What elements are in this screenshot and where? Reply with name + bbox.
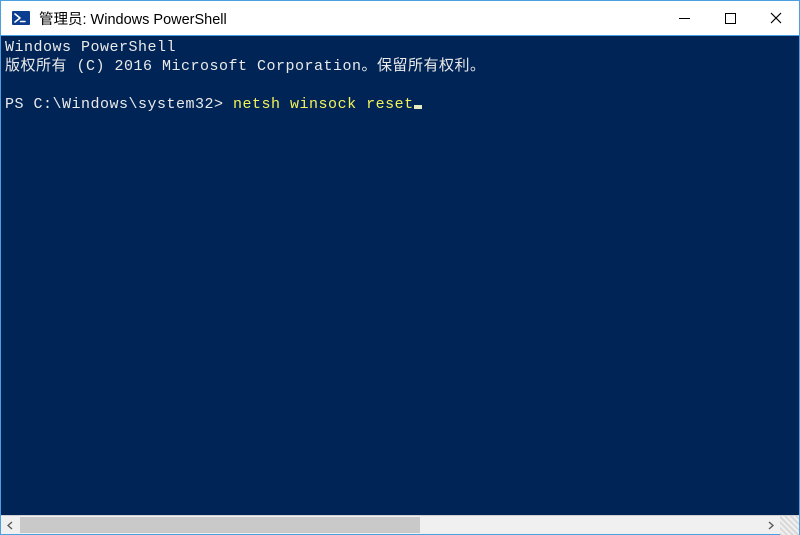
cursor xyxy=(414,105,422,109)
terminal-copyright-line: 版权所有 (C) 2016 Microsoft Corporation。保留所有… xyxy=(5,58,486,75)
command-text: netsh winsock reset xyxy=(233,96,414,113)
terminal-header-line: Windows PowerShell xyxy=(5,39,176,56)
powershell-window: 管理员: Windows PowerShell Windows PowerShe… xyxy=(0,0,800,535)
close-button[interactable] xyxy=(753,1,799,35)
maximize-button[interactable] xyxy=(707,1,753,35)
window-controls xyxy=(661,1,799,35)
prompt-text: PS C:\Windows\system32> xyxy=(5,96,233,113)
minimize-button[interactable] xyxy=(661,1,707,35)
resize-grip[interactable] xyxy=(780,516,799,535)
titlebar[interactable]: 管理员: Windows PowerShell xyxy=(1,1,799,36)
scroll-thumb[interactable] xyxy=(20,517,420,533)
scroll-right-arrow[interactable] xyxy=(761,516,780,535)
scroll-track[interactable] xyxy=(20,516,761,534)
terminal-area[interactable]: Windows PowerShell 版权所有 (C) 2016 Microso… xyxy=(1,36,799,515)
scroll-left-arrow[interactable] xyxy=(1,516,20,535)
window-title: 管理员: Windows PowerShell xyxy=(39,8,661,29)
horizontal-scrollbar[interactable] xyxy=(1,515,799,534)
powershell-icon xyxy=(11,8,31,28)
prompt-line: PS C:\Windows\system32> netsh winsock re… xyxy=(5,95,795,114)
